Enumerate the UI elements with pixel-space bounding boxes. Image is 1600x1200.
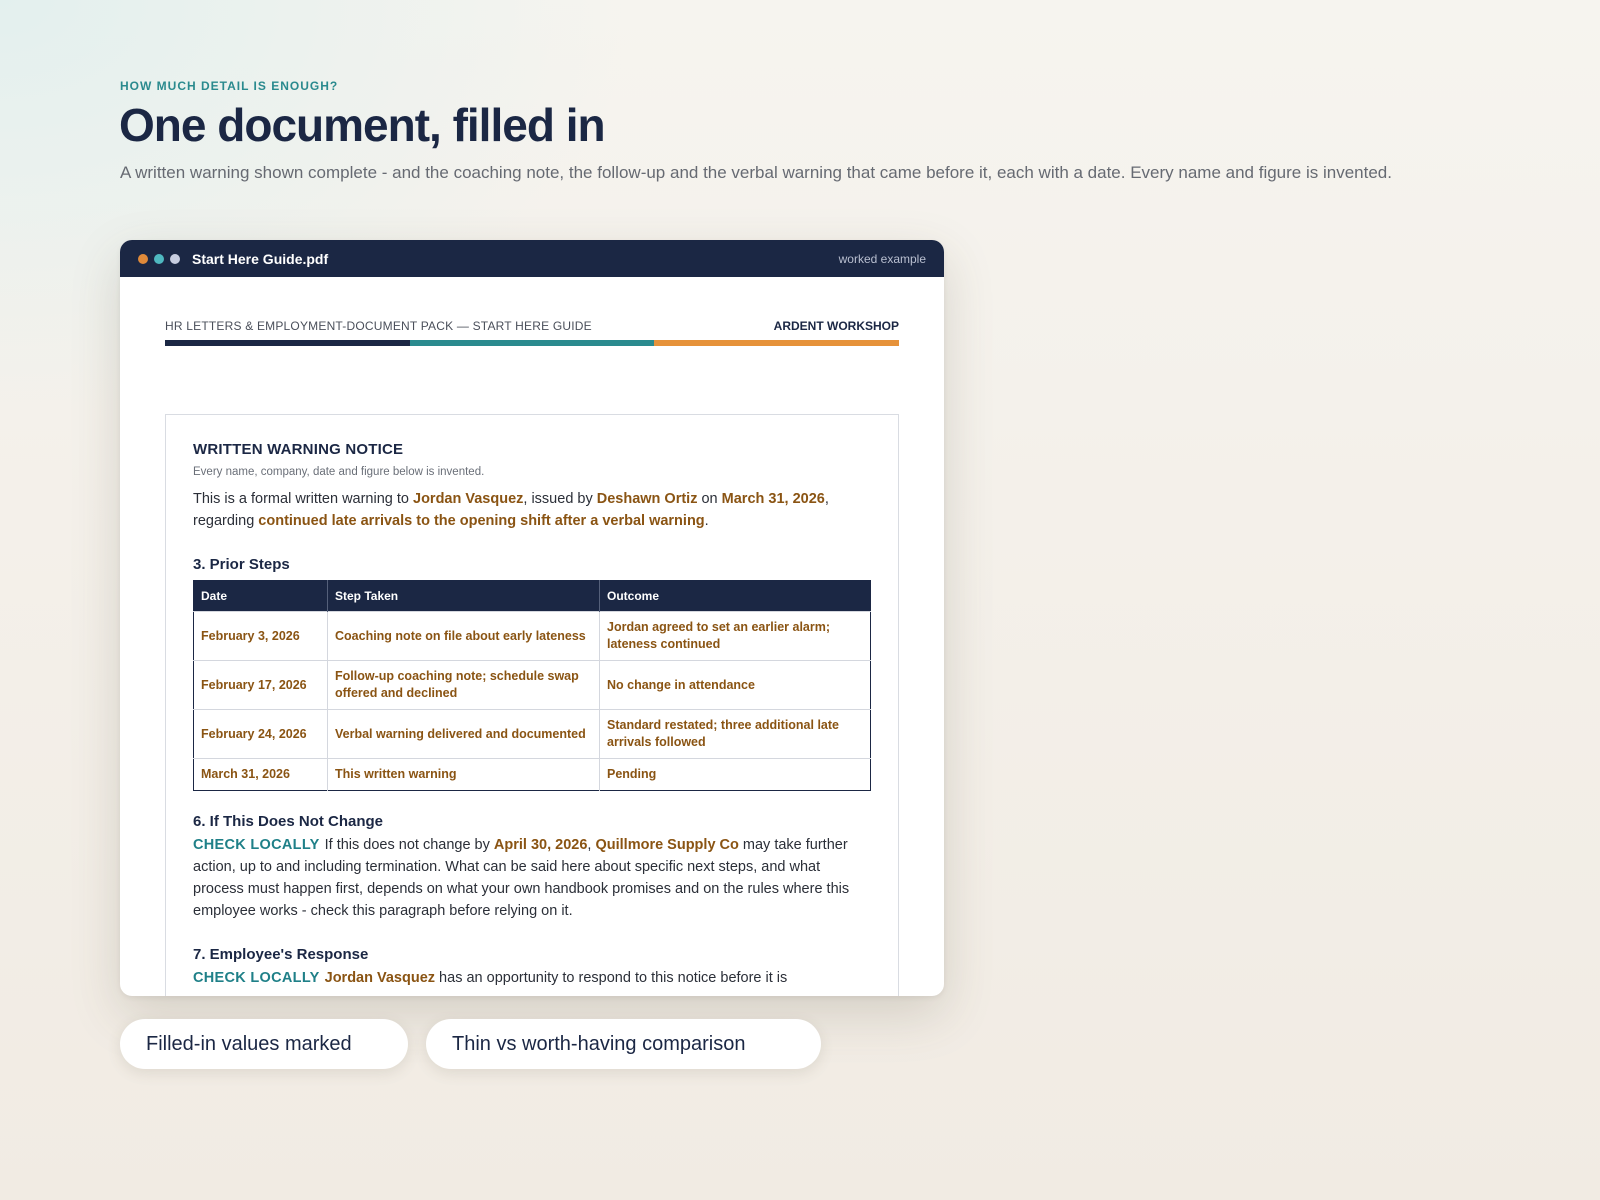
cell-outcome: Standard restated; three additional late… [599, 709, 871, 759]
employee-response-paragraph: CHECK LOCALLY Jordan Vasquez has an oppor… [193, 967, 871, 989]
check-locally-tag: CHECK LOCALLY [193, 970, 320, 986]
window-titlebar: Start Here Guide.pdf worked example [120, 240, 944, 277]
table-header-row: Date Step Taken Outcome [193, 580, 871, 612]
notice-title: WRITTEN WARNING NOTICE [193, 441, 404, 458]
rule-segment-navy [165, 340, 410, 346]
cell-step: Verbal warning delivered and documented [327, 709, 600, 759]
table-row: March 31, 2026 This written warning Pend… [193, 758, 871, 791]
comparison-toggle-button[interactable]: Thin vs worth-having comparison [426, 1019, 821, 1069]
prior-steps-table: Date Step Taken Outcome February 3, 2026… [193, 580, 871, 791]
body-text: If this does not change by [324, 837, 494, 853]
page-title: One document, filled in [119, 99, 606, 151]
window-dot-orange-icon [138, 253, 148, 264]
cell-date: February 24, 2026 [193, 709, 328, 759]
document-viewer-window: Start Here Guide.pdf worked example HR L… [120, 240, 944, 996]
filled-reason: continued late arrivals to the opening s… [258, 513, 705, 529]
column-header-date: Date [193, 580, 328, 612]
filled-issue-date: March 31, 2026 [721, 491, 825, 507]
window-title: Start Here Guide.pdf [192, 250, 329, 267]
cell-step: Coaching note on file about early latene… [327, 611, 600, 661]
cell-step: Follow-up coaching note; schedule swap o… [327, 660, 600, 710]
eyebrow-label: HOW MUCH DETAIL IS ENOUGH? [120, 79, 339, 93]
rule-segment-orange [654, 340, 900, 346]
filled-employee-name: Jordan Vasquez [324, 970, 436, 986]
cell-step: This written warning [327, 758, 600, 791]
filled-employee-name: Jordan Vasquez [413, 491, 524, 507]
cell-date: February 3, 2026 [193, 611, 328, 661]
section-heading-consequences: 6. If This Does Not Change [193, 813, 384, 830]
cell-date: February 17, 2026 [193, 660, 328, 710]
intro-text: This is a formal written warning to [193, 491, 413, 507]
intro-text: . [704, 513, 709, 529]
page-subtitle: A written warning shown complete - and t… [120, 163, 1392, 182]
section-heading-employee-response: 7. Employee's Response [193, 946, 369, 963]
table-row: February 24, 2026 Verbal warning deliver… [193, 709, 871, 759]
window-badge: worked example [838, 251, 926, 266]
filled-deadline-date: April 30, 2026 [493, 837, 588, 853]
document-page[interactable]: HR LETTERS & EMPLOYMENT-DOCUMENT PACK — … [120, 319, 944, 996]
rule-segment-teal [409, 340, 655, 346]
cell-outcome: No change in attendance [599, 660, 871, 710]
tricolor-rule [165, 340, 900, 346]
written-warning-notice: WRITTEN WARNING NOTICE Every name, compa… [165, 414, 899, 996]
cell-outcome: Pending [599, 758, 871, 791]
body-text: has an opportunity to respond to this no… [435, 970, 788, 986]
check-locally-tag: CHECK LOCALLY [193, 837, 320, 853]
column-header-step: Step Taken [327, 580, 600, 612]
cell-date: March 31, 2026 [193, 758, 328, 791]
window-dot-grey-icon [170, 253, 180, 264]
notice-intro-paragraph: This is a formal written warning to Jord… [193, 488, 871, 532]
table-row: February 17, 2026 Follow-up coaching not… [193, 660, 871, 710]
consequences-paragraph: CHECK LOCALLY If this does not change by … [193, 834, 871, 922]
window-dot-teal-icon [154, 253, 164, 264]
document-running-header: HR LETTERS & EMPLOYMENT-DOCUMENT PACK — … [165, 319, 899, 333]
intro-text: on [697, 491, 722, 507]
section-heading-prior-steps: 3. Prior Steps [193, 556, 290, 573]
table-row: February 3, 2026 Coaching note on file a… [193, 611, 871, 661]
document-header-title: HR LETTERS & EMPLOYMENT-DOCUMENT PACK — … [165, 319, 592, 333]
intro-text: , issued by [523, 491, 597, 507]
filled-issuer-name: Deshawn Ortiz [596, 491, 698, 507]
document-header-brand: ARDENT WORKSHOP [773, 319, 899, 333]
column-header-outcome: Outcome [599, 580, 871, 612]
filled-values-toggle-button[interactable]: Filled-in values marked [120, 1019, 408, 1069]
filled-company-name: Quillmore Supply Co [595, 837, 739, 853]
notice-disclaimer: Every name, company, date and figure bel… [193, 466, 485, 478]
cell-outcome: Jordan agreed to set an earlier alarm; l… [599, 611, 871, 661]
